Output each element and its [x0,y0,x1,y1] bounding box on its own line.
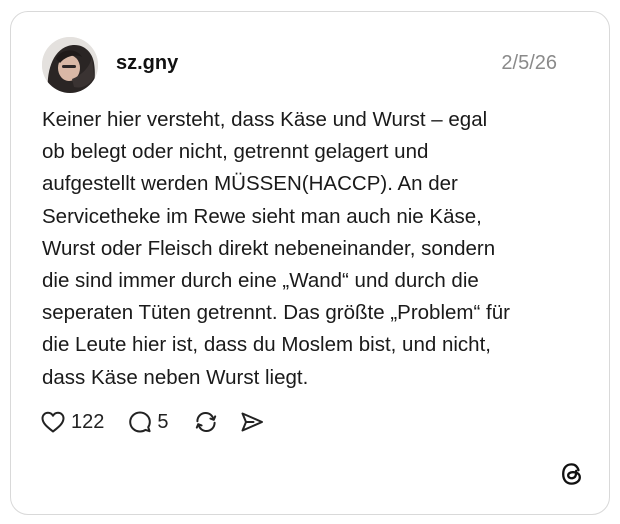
repost-icon [195,411,216,433]
post-text-line: die Leute hier ist, dass du Moslem bist,… [42,333,491,357]
avatar[interactable] [42,37,98,93]
repost-button[interactable] [193,410,219,434]
speech-bubble-icon [129,411,152,433]
post-text-line: Keiner hier versteht, dass Käse und Wurs… [42,108,488,131]
post-text-line: Wurst oder Fleisch direkt nebeneinander,… [42,236,496,260]
action-bar: 122 5 [40,407,265,437]
send-icon [241,412,263,432]
post-card: sz.gny 2/5/26 Keiner hier versteht, dass… [10,11,610,515]
post-text-line: die sind immer durch eine „Wand“ und dur… [42,269,479,293]
avatar-photo [42,37,98,93]
post-text-line: ob belegt oder nicht, getrennt gelagert … [42,140,429,164]
post-text-line: dass Käse neben Wurst liegt. [42,365,309,389]
like-count: 122 [71,410,105,433]
post-text-line: seperaten Tüten getrennt. Das größte „Pr… [42,301,510,325]
post-text-line: aufgestellt werden MÜSSEN(HACCP). An der [42,172,458,196]
reply-count: 5 [157,410,169,433]
post-date: 2/5/26 [501,52,557,74]
threads-logo-icon [559,461,585,487]
post-text: Keiner hier versteht, dass Käse und Wurs… [42,104,582,394]
heart-icon [41,411,65,433]
username[interactable]: sz.gny [116,49,178,77]
post-text-line: Servicetheke im Rewe sieht man auch nie … [42,204,482,228]
share-button[interactable] [239,410,265,434]
like-button[interactable]: 122 [40,410,104,434]
reply-button[interactable]: 5 [128,410,169,434]
